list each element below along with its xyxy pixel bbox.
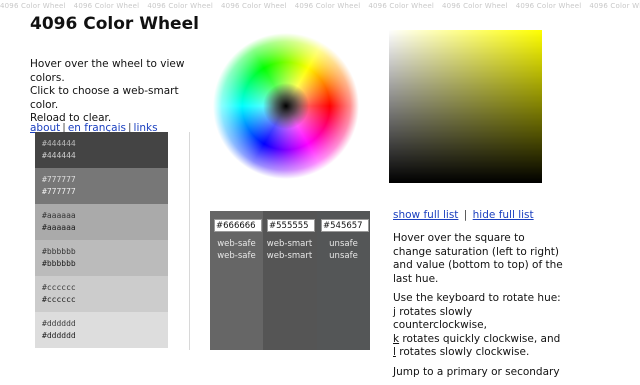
list-toggle-links: show full list | hide full list bbox=[393, 209, 534, 221]
page-header-strip: 4096 Color Wheel 4096 Color Wheel 4096 Col… bbox=[0, 0, 640, 12]
intro-line-hover: Hover over the wheel to view colors. bbox=[30, 58, 185, 84]
header-strip-text: 4096 Color Wheel bbox=[221, 2, 287, 10]
header-strip-text: 4096 Color Wheel bbox=[515, 2, 582, 10]
intro-text: Hover over the wheel to view colors. Cli… bbox=[30, 58, 210, 126]
list-separator: | bbox=[463, 209, 468, 221]
swatch-value: #dddddd bbox=[42, 331, 76, 340]
help-keyboard-text: Use the keyboard to rotate hue: j rotate… bbox=[393, 292, 563, 360]
color-code-field[interactable] bbox=[267, 219, 315, 232]
help-jump-text: Jump to a primary or secondary bbox=[393, 365, 560, 378]
header-strip-text: 4096 Color Wheel bbox=[442, 2, 508, 10]
color-swatch[interactable]: #bbbbbb #bbbbbb bbox=[35, 240, 168, 276]
key-j-desc: rotates slowly counterclockwise, bbox=[393, 305, 487, 332]
swatch-value: #aaaaaa bbox=[42, 223, 76, 232]
compare-column: web-safe web-safe bbox=[210, 211, 263, 350]
compare-label: web-safe bbox=[217, 251, 256, 261]
page-title: 4096 Color Wheel bbox=[30, 14, 199, 34]
compare-label: unsafe bbox=[329, 251, 358, 261]
swatch-value: #cccccc bbox=[42, 295, 76, 304]
swatch-value: #444444 bbox=[42, 151, 76, 160]
intro-line-click: Click to choose a web-smart color. bbox=[30, 85, 179, 111]
color-wheel-center bbox=[263, 83, 309, 129]
hide-full-list-link[interactable]: hide full list bbox=[473, 209, 534, 221]
color-history-list: #444444 #444444 #777777 #777777 #aaaaaa #aaaa… bbox=[35, 132, 168, 352]
key-l-desc: rotates slowly clockwise. bbox=[395, 346, 530, 358]
color-swatch[interactable]: #dddddd #dddddd bbox=[35, 312, 168, 348]
header-strip-text: 4096 Color Wheel bbox=[368, 2, 435, 10]
swatch-value: #dddddd bbox=[42, 319, 76, 328]
compare-label: web-smart bbox=[266, 251, 313, 261]
header-strip-text: 4096 Color Wheel bbox=[0, 2, 66, 10]
color-code-field[interactable] bbox=[321, 219, 369, 232]
swatch-value: #aaaaaa bbox=[42, 211, 76, 220]
help-square-text: Hover over the square to change saturati… bbox=[393, 232, 563, 285]
swatch-value: #bbbbbb bbox=[42, 247, 76, 256]
swatch-value: #444444 bbox=[42, 139, 76, 148]
compare-column: web-smart web-smart bbox=[263, 211, 316, 350]
color-swatch[interactable]: #777777 #777777 bbox=[35, 168, 168, 204]
swatch-value: #777777 bbox=[42, 175, 76, 184]
compare-label: web-smart bbox=[266, 239, 313, 249]
header-strip-text: 4096 Color Wheel bbox=[294, 2, 361, 10]
help-keyboard-intro: Use the keyboard to rotate hue: bbox=[393, 292, 561, 304]
key-k-desc: rotates quickly clockwise, and bbox=[399, 332, 561, 345]
compare-label: unsafe bbox=[329, 239, 358, 249]
swatch-value: #777777 bbox=[42, 187, 76, 196]
color-swatch[interactable]: #aaaaaa #aaaaaa bbox=[35, 204, 168, 240]
show-full-list-link[interactable]: show full list bbox=[393, 209, 458, 221]
header-strip-text: 4096 Color Wheel bbox=[589, 2, 640, 10]
color-compare-panel: web-safe web-safe web-smart web-smart unsafe… bbox=[210, 211, 370, 350]
color-swatch[interactable]: #444444 #444444 bbox=[35, 132, 168, 168]
header-strip-text: 4096 Color Wheel bbox=[147, 2, 214, 10]
help-text: Hover over the square to change saturati… bbox=[393, 232, 563, 385]
saturation-value-square[interactable] bbox=[389, 30, 542, 183]
column-divider bbox=[189, 132, 190, 350]
color-swatch[interactable]: #cccccc #cccccc bbox=[35, 276, 168, 312]
compare-label: web-safe bbox=[217, 239, 256, 249]
swatch-value: #bbbbbb bbox=[42, 259, 76, 268]
color-code-field[interactable] bbox=[214, 219, 262, 232]
compare-column: unsafe unsafe bbox=[317, 211, 370, 350]
header-strip-text: 4096 Color Wheel bbox=[73, 2, 140, 10]
swatch-value: #cccccc bbox=[42, 283, 76, 292]
